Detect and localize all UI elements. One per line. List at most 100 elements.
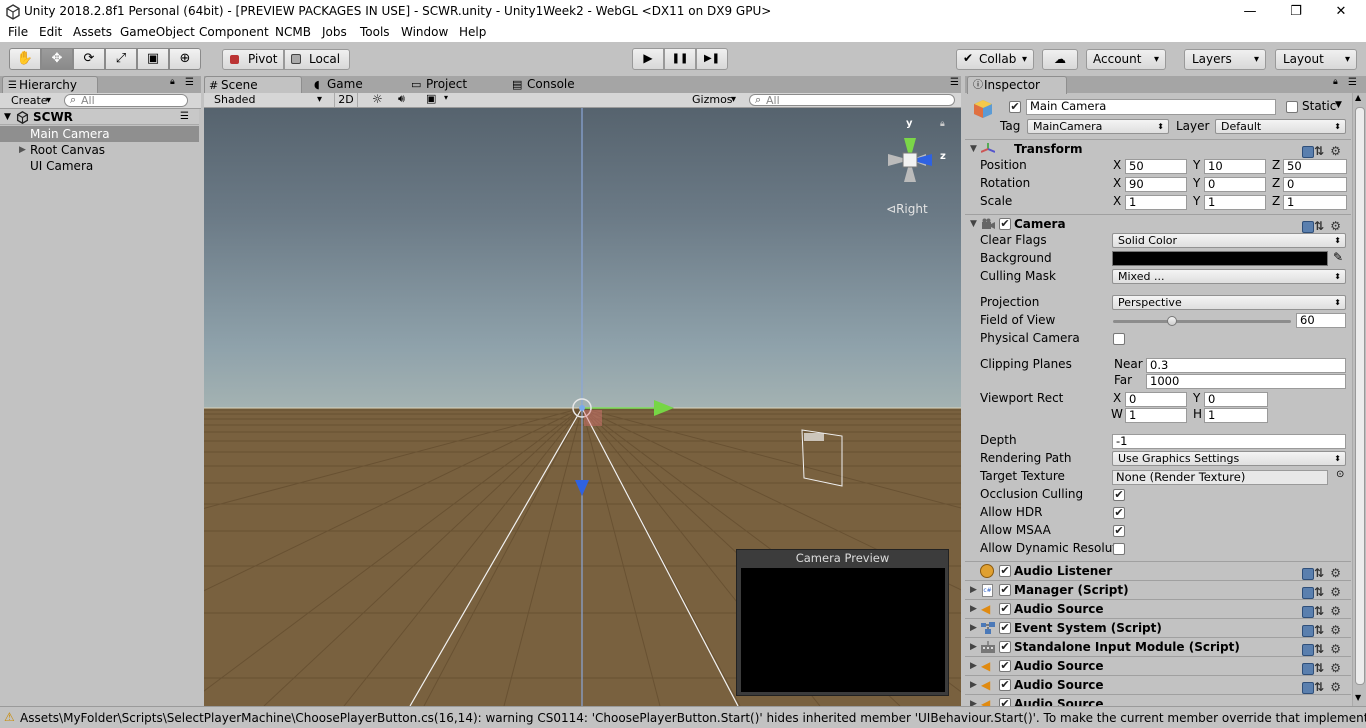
clear-flags-dropdown[interactable]: Solid Color (1112, 233, 1346, 248)
audio-source-component-header[interactable]: ▶ ◀ ✔ Audio Source ⇅⚙ (965, 656, 1351, 675)
allow-hdr-checkbox[interactable]: ✔ (1113, 507, 1125, 519)
viewport-w-field[interactable]: 1 (1125, 408, 1187, 423)
occlusion-culling-checkbox[interactable]: ✔ (1113, 489, 1125, 501)
move-tool-button[interactable]: ✥ (41, 48, 73, 70)
settings-gear-icon[interactable]: ⚙ (1330, 604, 1347, 618)
audio-source-component-header[interactable]: ▶ ◀ ✔ Audio Source (965, 694, 1351, 706)
tab-console[interactable]: ▤ Console (511, 76, 606, 94)
expand-arrow-icon[interactable]: ▶ (970, 619, 977, 637)
menu-help[interactable]: Help (459, 25, 486, 39)
object-picker-icon[interactable]: ⊙ (1336, 469, 1344, 480)
preset-sliders-icon[interactable]: ⇅ (1314, 623, 1330, 637)
collapse-arrow-icon[interactable]: ▼ (970, 215, 977, 233)
maximize-button[interactable]: ❐ (1273, 0, 1319, 24)
help-book-icon[interactable] (1302, 624, 1315, 637)
preset-sliders-icon[interactable]: ⇅ (1314, 219, 1330, 233)
expand-arrow-icon[interactable]: ▶ (970, 600, 977, 618)
panel-menu-icon[interactable]: ☰ (950, 77, 959, 88)
scroll-thumb[interactable] (1355, 107, 1365, 685)
expand-arrow-icon[interactable]: ▶ (970, 657, 977, 675)
pivot-toggle[interactable]: Pivot (222, 49, 284, 70)
hand-tool-button[interactable]: ✋ (9, 48, 41, 70)
hierarchy-item-ui-camera[interactable]: UI Camera (0, 158, 199, 174)
scene-root-row[interactable]: ▼ SCWR ☰ (0, 109, 199, 125)
create-dropdown[interactable]: Create (5, 94, 57, 108)
tab-inspector[interactable]: ⓘ Inspector (967, 76, 1067, 94)
help-book-icon[interactable] (1302, 681, 1315, 694)
audio-source-component-header[interactable]: ▶ ◀ ✔ Audio Source ⇅⚙ (965, 599, 1351, 618)
manager-script-component-header[interactable]: ▶ c# ✔ Manager (Script) ⇅⚙ (965, 580, 1351, 599)
viewport-y-field[interactable]: 0 (1204, 392, 1268, 407)
hierarchy-item-root-canvas[interactable]: ▶ Root Canvas (0, 142, 199, 158)
effects-image-icon[interactable]: ▣ (426, 92, 436, 105)
rendering-path-dropdown[interactable]: Use Graphics Settings (1112, 451, 1346, 466)
status-bar[interactable]: ⚠ Assets\MyFolder\Scripts\SelectPlayerMa… (0, 706, 1366, 728)
expand-arrow-icon[interactable]: ▶ (970, 638, 977, 656)
help-book-icon[interactable] (1302, 605, 1315, 618)
component-enabled-checkbox[interactable]: ✔ (999, 622, 1011, 634)
component-enabled-checkbox[interactable]: ✔ (999, 584, 1011, 596)
event-system-component-header[interactable]: ▶ ✔ Event System (Script) ⇅⚙ (965, 618, 1351, 637)
help-book-icon[interactable] (1302, 567, 1315, 580)
static-dropdown-arrow-icon[interactable]: ▼ (1335, 100, 1342, 110)
pause-button[interactable]: ❚❚ (664, 48, 696, 70)
scale-tool-button[interactable]: ⤢ (105, 48, 137, 70)
effects-dropdown-arrow-icon[interactable]: ▾ (444, 93, 448, 102)
menu-assets[interactable]: Assets (73, 25, 112, 39)
collab-dropdown[interactable]: ✔ Collab (956, 49, 1034, 70)
expand-arrow-icon[interactable]: ▶ (19, 142, 26, 158)
transform-tool-button[interactable]: ⊕ (169, 48, 201, 70)
rotation-x-field[interactable]: 90 (1125, 177, 1187, 192)
scale-x-field[interactable]: 1 (1125, 195, 1187, 210)
object-name-field[interactable]: Main Camera (1026, 99, 1276, 115)
component-enabled-checkbox[interactable]: ✔ (999, 565, 1011, 577)
menu-gameobject[interactable]: GameObject (120, 25, 195, 39)
panel-menu-icon[interactable]: ☰ (185, 77, 194, 88)
expand-arrow-icon[interactable]: ▶ (970, 695, 977, 706)
settings-gear-icon[interactable]: ⚙ (1330, 680, 1347, 694)
preset-sliders-icon[interactable]: ⇅ (1314, 604, 1330, 618)
settings-gear-icon[interactable]: ⚙ (1330, 585, 1347, 599)
view-orientation-label[interactable]: ⊲Right (886, 202, 928, 216)
rotate-tool-button[interactable]: ⟳ (73, 48, 105, 70)
scale-z-field[interactable]: 1 (1283, 195, 1347, 210)
fov-field[interactable]: 60 (1296, 313, 1346, 328)
expand-arrow-icon[interactable]: ▼ (4, 109, 11, 125)
menu-edit[interactable]: Edit (39, 25, 62, 39)
tab-game[interactable]: ◖ Game (311, 76, 406, 94)
help-book-icon[interactable] (1302, 586, 1315, 599)
preset-sliders-icon[interactable]: ⇅ (1314, 680, 1330, 694)
physical-camera-checkbox[interactable] (1113, 333, 1125, 345)
shading-mode-dropdown[interactable]: Shaded (210, 93, 328, 107)
preset-sliders-icon[interactable]: ⇅ (1314, 566, 1330, 580)
background-color-swatch[interactable] (1112, 251, 1328, 266)
position-y-field[interactable]: 10 (1204, 159, 1266, 174)
projection-dropdown[interactable]: Perspective (1112, 295, 1346, 310)
allow-dynamic-resolution-checkbox[interactable] (1113, 543, 1125, 555)
tag-dropdown[interactable]: MainCamera (1027, 119, 1169, 134)
depth-field[interactable]: -1 (1112, 434, 1346, 449)
preset-sliders-icon[interactable]: ⇅ (1314, 661, 1330, 675)
account-dropdown[interactable]: Account (1086, 49, 1166, 70)
settings-gear-icon[interactable]: ⚙ (1330, 144, 1347, 158)
rect-tool-button[interactable]: ▣ (137, 48, 169, 70)
preset-sliders-icon[interactable]: ⇅ (1314, 144, 1330, 158)
audio-speaker-icon[interactable]: 🔊︎ (398, 92, 405, 106)
2d-toggle[interactable]: 2D (334, 93, 358, 107)
active-checkbox[interactable]: ✔ (1009, 101, 1021, 113)
position-x-field[interactable]: 50 (1125, 159, 1187, 174)
hierarchy-search-input[interactable]: All (64, 94, 188, 107)
preset-sliders-icon[interactable]: ⇅ (1314, 585, 1330, 599)
collapse-arrow-icon[interactable]: ▼ (970, 140, 977, 158)
menu-jobs[interactable]: Jobs (322, 25, 347, 39)
layer-dropdown[interactable]: Default (1215, 119, 1346, 134)
allow-msaa-checkbox[interactable]: ✔ (1113, 525, 1125, 537)
audio-source-component-header[interactable]: ▶ ◀ ✔ Audio Source ⇅⚙ (965, 675, 1351, 694)
component-enabled-checkbox[interactable]: ✔ (999, 698, 1011, 706)
fov-slider-track[interactable] (1113, 320, 1291, 323)
preset-sliders-icon[interactable]: ⇅ (1314, 642, 1330, 656)
inspector-scrollbar[interactable]: ▲ ▼ (1352, 93, 1366, 706)
scroll-down-icon[interactable]: ▼ (1355, 693, 1361, 702)
gizmos-dropdown[interactable]: Gizmos (688, 93, 742, 107)
cloud-button[interactable]: ☁ (1042, 49, 1078, 70)
